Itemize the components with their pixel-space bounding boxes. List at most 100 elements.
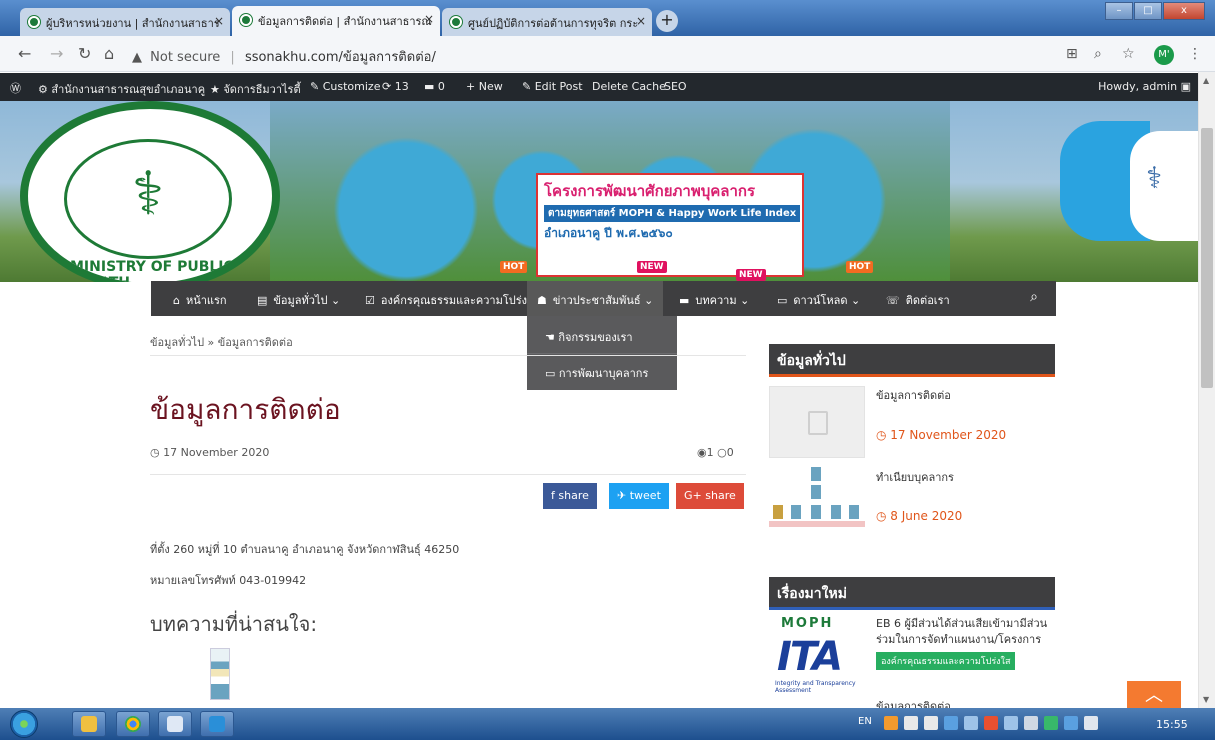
sidebar-thumbnail-staff[interactable]	[769, 467, 865, 531]
volume-icon[interactable]	[1084, 716, 1098, 730]
tab-title: ศูนย์ปฏิบัติการต่อต้านการทุจริต กระ	[468, 17, 639, 30]
admin-comments[interactable]: ▬ 0	[424, 80, 445, 93]
app-icon	[167, 716, 183, 732]
close-window-button[interactable]: x	[1163, 2, 1205, 20]
brush-icon: ✎	[310, 80, 323, 93]
sidebar-news-title[interactable]: EB 6 ผู้มีส่วนได้ส่วนเสียเข้ามามีส่วนร่ว…	[876, 616, 1056, 648]
sidebar-item-title[interactable]: ทำเนียบบุคลากร	[876, 468, 954, 486]
nav-item-news[interactable]: ☗ ข่าวประชาสัมพันธ์ ⌄	[527, 281, 664, 316]
comment-icon: ▬	[424, 80, 438, 93]
nav-item-downloads[interactable]: ▭ ดาวน์โหลด ⌄	[777, 281, 860, 316]
bookmark-star-icon[interactable]: ☆	[1122, 46, 1135, 62]
dropdown-item-activities[interactable]: ☚ กิจกรรมของเรา	[545, 328, 633, 346]
twitter-share-button[interactable]: ✈ tweet	[609, 483, 669, 509]
tray-app-icon[interactable]	[1064, 716, 1078, 730]
page-scrollbar[interactable]: ▲ ▼	[1198, 72, 1215, 708]
translate-icon[interactable]: ⊞	[1066, 46, 1078, 62]
tab-close-icon[interactable]: ×	[424, 12, 434, 26]
sidebar-thumbnail-placeholder[interactable]	[769, 386, 865, 458]
breadcrumb[interactable]: ข้อมูลทั่วไป » ข้อมูลการติดต่อ	[150, 333, 293, 351]
minimize-button[interactable]: –	[1105, 2, 1133, 20]
tab-anticorruption[interactable]: ศูนย์ปฏิบัติการต่อต้านการทุจริต กระ ×	[442, 8, 652, 36]
home-icon[interactable]: ⌂	[104, 44, 114, 63]
chevron-down-icon: ⌄	[850, 294, 861, 307]
related-thumbnail[interactable]	[210, 648, 230, 700]
admin-customize[interactable]: ✎ Customize	[310, 80, 380, 93]
system-tray	[884, 716, 1098, 730]
admin-delete-cache[interactable]: Delete Cache	[592, 80, 666, 93]
wordpress-logo-icon[interactable]: Ⓦ	[10, 80, 21, 96]
banner-signboard: โครงการพัฒนาศักยภาพบุคลากร ตามยุทธศาสตร์…	[536, 173, 804, 277]
tab-close-icon[interactable]: ×	[636, 14, 646, 28]
app2-taskbar-button[interactable]	[200, 711, 234, 737]
board-title: โครงการพัฒนาศักยภาพบุคลากร	[544, 182, 756, 200]
ministry-logo[interactable]: ⚕ MINISTRY OF PUBLIC HEALTH	[20, 101, 280, 282]
browser-menu-icon[interactable]: ⋮	[1188, 46, 1202, 62]
start-button[interactable]	[10, 710, 38, 738]
back-arrow-icon[interactable]: ←	[18, 44, 31, 63]
back-to-top-button[interactable]: ︿	[1127, 681, 1181, 711]
network-icon[interactable]	[1004, 716, 1018, 730]
scroll-down-arrow-icon[interactable]: ▼	[1203, 695, 1209, 704]
tray-app-icon[interactable]	[884, 716, 898, 730]
clock-icon: ◷	[876, 509, 891, 523]
admin-edit-post[interactable]: ✎ Edit Post	[522, 80, 583, 93]
address-text: ที่ตั้ง 260 หมู่ที่ 10 ตำบลนาคู อำเภอนาค…	[150, 543, 460, 556]
tab-executives[interactable]: ผู้บริหารหน่วยงาน | สำนักงานสาธาร ×	[20, 8, 230, 36]
board-location: อำเภอนาคู ปี พ.ศ.๒๕๖๐	[544, 226, 673, 240]
tray-app-icon[interactable]	[944, 716, 958, 730]
chrome-icon	[125, 716, 141, 732]
admin-manage-themes[interactable]: ★ จัดการธีมวาไรตี้	[210, 80, 301, 98]
plus-icon: +	[466, 80, 479, 93]
chrome-taskbar-button[interactable]	[116, 711, 150, 737]
admin-seo[interactable]: SEO	[664, 80, 687, 93]
admin-new[interactable]: + New	[466, 80, 503, 93]
tray-app-icon[interactable]	[904, 716, 918, 730]
scroll-up-arrow-icon[interactable]: ▲	[1203, 76, 1209, 85]
comment-icon: ○	[717, 446, 727, 459]
sidebar-item-title[interactable]: ข้อมูลการติดต่อ	[876, 386, 951, 404]
heading-underline	[769, 607, 1055, 610]
profile-avatar[interactable]: M'	[1154, 45, 1174, 65]
taskbar-clock[interactable]: 15:55	[1156, 718, 1188, 731]
search-icon[interactable]: ⌕	[1030, 289, 1038, 305]
tray-app-icon[interactable]	[1044, 716, 1058, 730]
chevron-up-icon: ︿	[1145, 685, 1163, 706]
tray-app-icon[interactable]	[964, 716, 978, 730]
admin-site-name[interactable]: ⚙ สำนักงานสาธารณสุขอำเภอนาคู	[38, 80, 205, 98]
tray-app-icon[interactable]	[984, 716, 998, 730]
nav-item-home[interactable]: ⌂ หน้าแรก	[173, 281, 227, 316]
facebook-share-button[interactable]: f share	[543, 483, 597, 509]
explorer-taskbar-button[interactable]	[72, 711, 106, 737]
tray-app-icon[interactable]	[924, 716, 938, 730]
chevron-down-icon: ⌄	[740, 294, 750, 307]
tab-contact[interactable]: ข้อมูลการติดต่อ | สำนักงานสาธารณ ×	[232, 6, 440, 36]
window-controls: – □ x	[1105, 2, 1205, 20]
nav-item-contact[interactable]: ☏ ติดต่อเรา	[886, 281, 950, 316]
forward-arrow-icon[interactable]: →	[50, 44, 63, 63]
nav-item-integrity[interactable]: ☑ องค์กรคุณธรรมและความโปร่งใส	[365, 281, 539, 316]
nav-item-articles[interactable]: ▬ บทความ ⌄	[679, 281, 749, 316]
ita-logo: ITA	[777, 634, 843, 680]
signal-icon[interactable]	[1024, 716, 1038, 730]
url-field[interactable]: ▲ Not secure | ssonakhu.com/ข้อมูลการติด…	[132, 41, 1032, 67]
nav-item-general[interactable]: ▤ ข้อมูลทั่วไป ⌄	[257, 281, 340, 316]
clock-icon: ◷	[876, 428, 891, 442]
language-indicator[interactable]: EN	[858, 716, 872, 727]
new-tab-button[interactable]: +	[656, 10, 678, 32]
category-badge[interactable]: องค์กรคุณธรรมและความโปร่งใส	[876, 652, 1016, 670]
tab-close-icon[interactable]: ×	[214, 14, 224, 28]
dropdown-item-development[interactable]: ▭ การพัฒนาบุคลากร	[545, 364, 648, 382]
twitter-icon: ✈	[617, 489, 630, 502]
zoom-icon[interactable]: ⌕	[1094, 46, 1102, 62]
maximize-button[interactable]: □	[1134, 2, 1162, 20]
sidebar-news-thumbnail[interactable]: MOPH ITA Integrity and Transparency Asse…	[773, 614, 859, 694]
caduceus-icon: ⚕	[131, 159, 165, 229]
folder-icon	[81, 716, 97, 732]
reload-icon[interactable]: ↻	[78, 44, 91, 63]
admin-updates[interactable]: ⟳ 13	[382, 80, 409, 93]
admin-howdy[interactable]: Howdy, admin ▣	[1098, 80, 1191, 93]
google-plus-share-button[interactable]: G+ share	[676, 483, 744, 509]
scrollbar-thumb[interactable]	[1201, 128, 1213, 388]
app-taskbar-button[interactable]	[158, 711, 192, 737]
